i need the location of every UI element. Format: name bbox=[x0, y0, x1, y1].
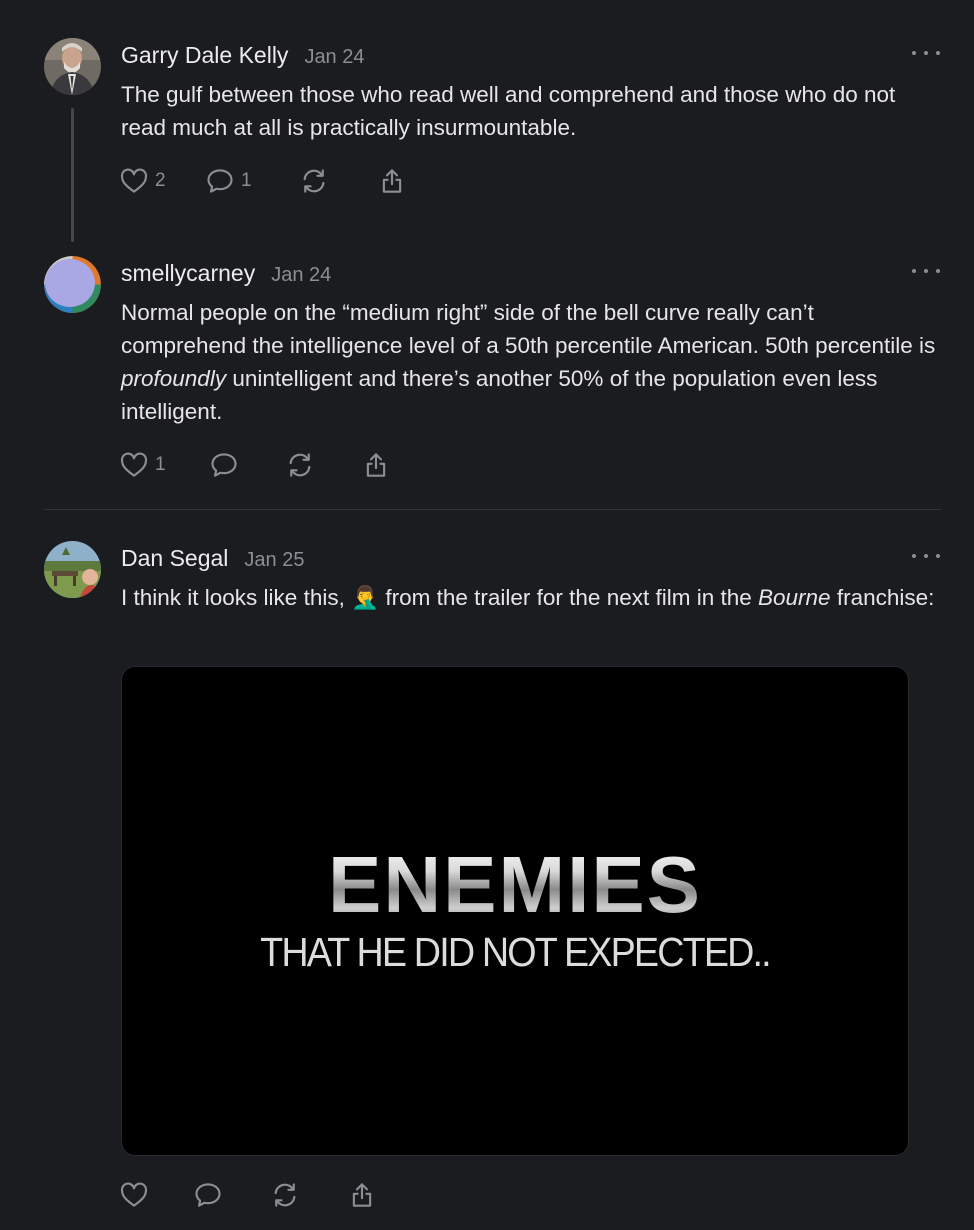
share-button[interactable] bbox=[361, 449, 401, 481]
avatar-dan-segal[interactable] bbox=[44, 541, 101, 598]
heart-icon bbox=[120, 168, 148, 193]
more-options-icon[interactable] bbox=[912, 266, 940, 276]
comment-bubble-icon bbox=[207, 169, 233, 193]
embedded-image[interactable]: ENEMIES THAT HE DID NOT EXPECTED.. bbox=[121, 666, 909, 1156]
comment-header: smellycarney Jan 24 bbox=[121, 260, 331, 287]
facepalm-emoji-icon: 🤦‍♂️ bbox=[351, 585, 380, 610]
heart-icon bbox=[120, 1182, 148, 1207]
like-button[interactable]: 2 bbox=[119, 165, 205, 197]
reply-button[interactable] bbox=[193, 1179, 270, 1211]
comment-text-part: franchise: bbox=[830, 585, 935, 610]
share-button[interactable] bbox=[347, 1179, 387, 1211]
comment-actions bbox=[119, 1179, 387, 1211]
avatar-smellycarney[interactable] bbox=[44, 256, 101, 313]
restack-button[interactable] bbox=[285, 449, 361, 481]
more-options-icon[interactable] bbox=[912, 551, 940, 561]
reply-count: 1 bbox=[241, 170, 252, 191]
comment-header: Dan Segal Jan 25 bbox=[121, 545, 304, 572]
share-button[interactable] bbox=[377, 165, 417, 197]
comment-text-part: from the trailer for the next film in th… bbox=[379, 585, 759, 610]
author-name[interactable]: Garry Dale Kelly bbox=[121, 42, 288, 69]
reply-button[interactable]: 1 bbox=[205, 165, 299, 197]
author-name[interactable]: Dan Segal bbox=[121, 545, 228, 572]
reply-button[interactable] bbox=[209, 449, 285, 481]
comment-text: Normal people on the “medium right” side… bbox=[121, 296, 936, 428]
comment-text: The gulf between those who read well and… bbox=[121, 82, 896, 140]
image-subtitle-text: THAT HE DID NOT EXPECTED.. bbox=[260, 929, 772, 975]
thread-line bbox=[71, 108, 74, 242]
restack-icon bbox=[303, 169, 325, 193]
comment-date[interactable]: Jan 24 bbox=[271, 264, 331, 287]
comment-text-part: I think it looks like this, bbox=[121, 585, 352, 610]
like-count: 1 bbox=[155, 454, 166, 475]
avatar-garry[interactable] bbox=[44, 38, 101, 95]
restack-icon bbox=[274, 1183, 296, 1207]
share-icon bbox=[382, 169, 402, 193]
share-icon bbox=[366, 453, 386, 477]
comment-date[interactable]: Jan 24 bbox=[304, 46, 364, 69]
restack-button[interactable] bbox=[270, 1179, 347, 1211]
like-button[interactable]: 1 bbox=[119, 449, 209, 481]
comment-text-emphasis: profoundly bbox=[121, 366, 227, 391]
comment-text: I think it looks like this, 🤦‍♂️ from th… bbox=[121, 581, 936, 614]
image-title-text: ENEMIES bbox=[122, 839, 908, 931]
comment-date[interactable]: Jan 25 bbox=[244, 549, 304, 572]
comment-bubble-icon bbox=[195, 1183, 221, 1207]
comment-bubble-icon bbox=[211, 453, 237, 477]
comment-header: Garry Dale Kelly Jan 24 bbox=[121, 42, 365, 69]
more-options-icon[interactable] bbox=[912, 48, 940, 58]
comment-text-part: unintelligent and there’s another 50% of… bbox=[121, 366, 878, 424]
share-icon bbox=[352, 1183, 372, 1207]
comment-text-part: Normal people on the “medium right” side… bbox=[121, 300, 936, 358]
like-count: 2 bbox=[155, 170, 166, 191]
comment-actions: 2 1 bbox=[119, 165, 417, 197]
thread-divider bbox=[44, 509, 941, 510]
comment-text-emphasis: Bourne bbox=[758, 585, 831, 610]
restack-icon bbox=[289, 453, 311, 477]
comment-actions: 1 bbox=[119, 449, 401, 481]
author-name[interactable]: smellycarney bbox=[121, 260, 255, 287]
restack-button[interactable] bbox=[299, 165, 377, 197]
like-button[interactable] bbox=[119, 1179, 193, 1211]
heart-icon bbox=[120, 452, 148, 477]
